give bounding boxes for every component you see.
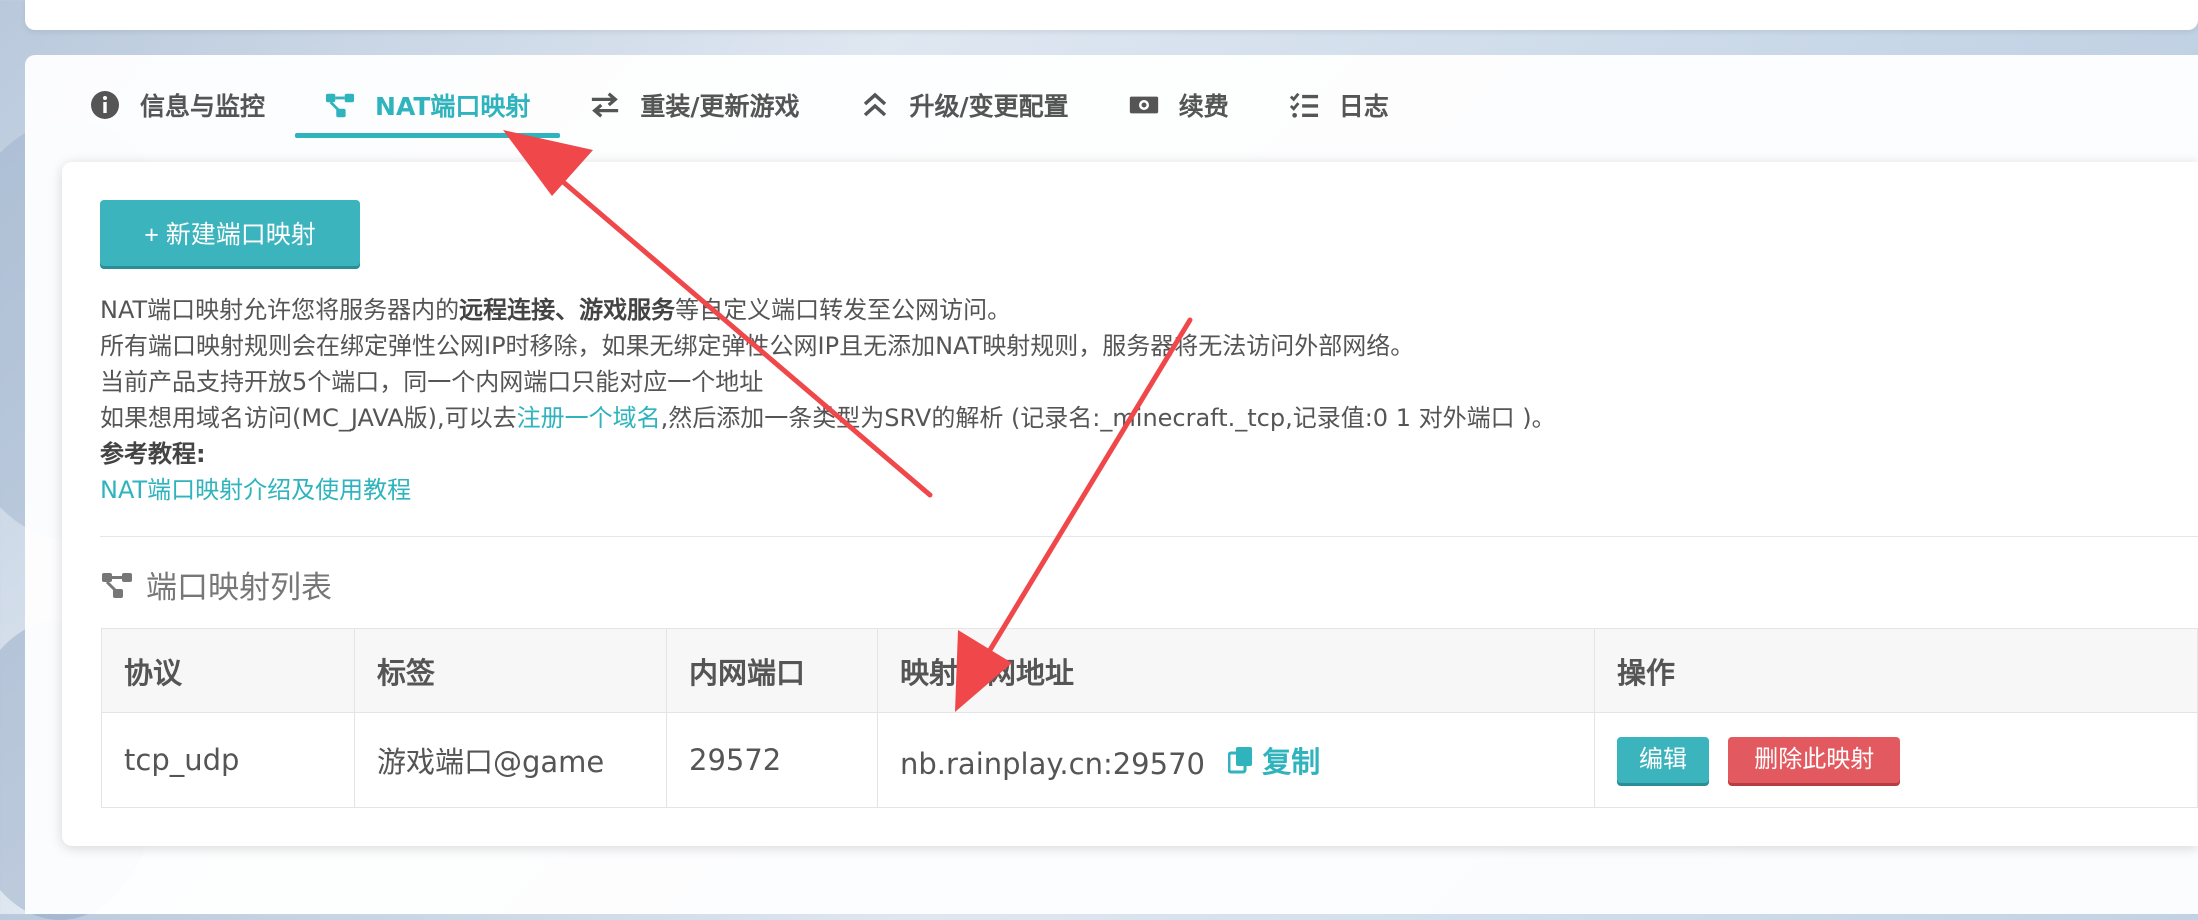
double-chevron-up-icon [860, 90, 890, 120]
tutorial-link[interactable]: NAT端口映射介绍及使用教程 [100, 472, 1556, 508]
tab-upgrade-config[interactable]: 升级/变更配置 [830, 70, 1099, 140]
tab-label: NAT端口映射 [375, 92, 531, 121]
tab-label: 信息与监控 [140, 92, 266, 121]
cell-internal-port: 29572 [666, 712, 878, 808]
public-address-text: nb.rainplay.cn:29570 [900, 747, 1205, 781]
col-protocol: 协议 [101, 628, 355, 713]
tab-info-monitor[interactable]: 信息与监控 [60, 70, 295, 140]
nodes-icon [100, 570, 134, 600]
ref-label: 参考教程: [100, 440, 206, 468]
edit-button[interactable]: 编辑 [1617, 737, 1709, 783]
top-card [25, 0, 2198, 30]
tab-label: 日志 [1338, 92, 1389, 121]
nodes-icon [325, 90, 355, 120]
cell-tag: 游戏端口@game [354, 712, 667, 808]
tab-bar: 信息与监控 NAT端口映射 重装/更新游戏 升级/变更配置 续费 日志 [60, 70, 1419, 140]
tab-nat-port-mapping[interactable]: NAT端口映射 [295, 70, 561, 140]
desc-line-4: 如果想用域名访问(MC_JAVA版),可以去注册一个域名,然后添加一条类型为SR… [100, 404, 1556, 432]
nat-description: NAT端口映射允许您将服务器内的远程连接、游戏服务等自定义端口转发至公网访问。 … [100, 292, 1556, 508]
desc-line-1: NAT端口映射允许您将服务器内的远程连接、游戏服务等自定义端口转发至公网访问。 [100, 296, 1012, 324]
desc-line-2: 所有端口映射规则会在绑定弹性公网IP时移除，如果无绑定弹性公网IP且无添加NAT… [100, 332, 1415, 360]
tab-label: 升级/变更配置 [909, 92, 1069, 121]
table-header-row: 协议 标签 内网端口 映射公网地址 操作 [101, 628, 2198, 713]
swap-arrows-icon [590, 90, 620, 120]
money-icon [1129, 90, 1159, 120]
copy-icon [1228, 746, 1254, 774]
cell-public-address: nb.rainplay.cn:29570 复制 [877, 712, 1595, 808]
tab-logs[interactable]: 日志 [1259, 70, 1419, 140]
register-domain-link[interactable]: 注册一个域名 [517, 404, 661, 432]
cell-actions: 编辑 删除此映射 [1594, 712, 2198, 808]
tab-label: 重装/更新游戏 [640, 92, 800, 121]
delete-mapping-button[interactable]: 删除此映射 [1728, 737, 1901, 783]
col-public-address: 映射公网地址 [877, 628, 1595, 713]
tab-renewal[interactable]: 续费 [1099, 70, 1259, 140]
tab-label: 续费 [1178, 92, 1229, 121]
port-mapping-table: 协议 标签 内网端口 映射公网地址 操作 tcp_udp 游戏端口@game 2… [101, 628, 2198, 808]
table-row: tcp_udp 游戏端口@game 29572 nb.rainplay.cn:2… [101, 712, 2198, 808]
col-internal-port: 内网端口 [666, 628, 878, 713]
copy-button[interactable]: 复制 [1228, 739, 1320, 781]
tab-reinstall-game[interactable]: 重装/更新游戏 [560, 70, 829, 140]
col-actions: 操作 [1594, 628, 2198, 713]
info-circle-icon [90, 90, 120, 120]
section-title: 端口映射列表 [100, 562, 332, 607]
checklist-icon [1289, 90, 1319, 120]
cell-protocol: tcp_udp [101, 712, 355, 808]
divider [100, 536, 2198, 537]
desc-line-3: 当前产品支持开放5个端口，同一个内网端口只能对应一个地址 [100, 368, 764, 396]
col-tag: 标签 [354, 628, 667, 713]
new-port-mapping-button[interactable]: + 新建端口映射 [100, 200, 360, 266]
